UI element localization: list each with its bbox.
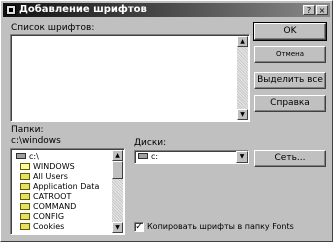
font-list[interactable]: ▲ ▼	[10, 34, 250, 122]
hard-drive-icon	[138, 153, 148, 159]
tree-item[interactable]: Application Data	[20, 182, 99, 191]
font-list-scrollbar[interactable]: ▲ ▼	[237, 36, 248, 120]
folder-icon	[20, 183, 30, 190]
folder-icon	[20, 203, 30, 210]
open-folder-icon	[20, 163, 30, 170]
current-path: c:\windows	[11, 136, 61, 146]
add-fonts-dialog: Добавление шрифтов ? × Список шрифтов: ▲…	[0, 0, 333, 242]
copy-fonts-label: Копировать шрифты в папку Fonts	[147, 222, 294, 231]
folder-icon	[20, 193, 30, 200]
hard-drive-icon	[16, 153, 26, 159]
close-button[interactable]: ×	[316, 5, 328, 15]
cancel-button[interactable]: Отмена	[254, 46, 326, 63]
folder-icon	[20, 223, 30, 230]
tree-item[interactable]: CATROOT	[20, 192, 71, 201]
scroll-down-icon[interactable]: ▼	[237, 109, 248, 120]
select-all-button[interactable]: Выделить все	[254, 72, 326, 89]
folder-icon	[20, 213, 30, 220]
ok-button[interactable]: OK	[253, 22, 327, 41]
scroll-down-icon[interactable]: ▼	[112, 222, 123, 233]
scroll-up-icon[interactable]: ▲	[237, 36, 248, 47]
chevron-down-icon[interactable]: ▼	[236, 151, 248, 163]
tree-item[interactable]: CONFIG	[20, 212, 64, 221]
window-title: Добавление шрифтов	[19, 4, 147, 15]
folder-tree-scrollbar[interactable]: ▲ ▼	[112, 150, 123, 233]
fonts-folder-icon	[6, 5, 16, 15]
copy-fonts-checkbox[interactable]: ✓	[134, 222, 144, 232]
scroll-up-icon[interactable]: ▲	[112, 150, 123, 161]
folders-label: Папки:	[11, 125, 44, 135]
tree-item[interactable]: Cookies	[20, 222, 64, 231]
help-question-button[interactable]: ?	[303, 5, 315, 15]
drives-combobox[interactable]: c: ▼	[134, 150, 249, 164]
folder-tree[interactable]: c:\ WINDOWS All Users Application Data C…	[10, 148, 125, 235]
tree-item[interactable]: All Users	[20, 172, 68, 181]
drives-label: Диски:	[134, 138, 167, 148]
scroll-thumb[interactable]	[112, 161, 123, 179]
folder-icon	[20, 173, 30, 180]
tree-item[interactable]: COMMAND	[20, 202, 76, 211]
title-bar[interactable]: Добавление шрифтов ? ×	[3, 3, 330, 17]
tree-item-drive[interactable]: c:\	[16, 152, 39, 161]
drives-selected: c:	[138, 152, 158, 161]
font-list-label: Список шрифтов:	[11, 23, 95, 33]
help-button[interactable]: Справка	[254, 95, 326, 112]
network-button[interactable]: Сеть...	[254, 150, 326, 167]
tree-item-windows[interactable]: WINDOWS	[20, 162, 75, 171]
